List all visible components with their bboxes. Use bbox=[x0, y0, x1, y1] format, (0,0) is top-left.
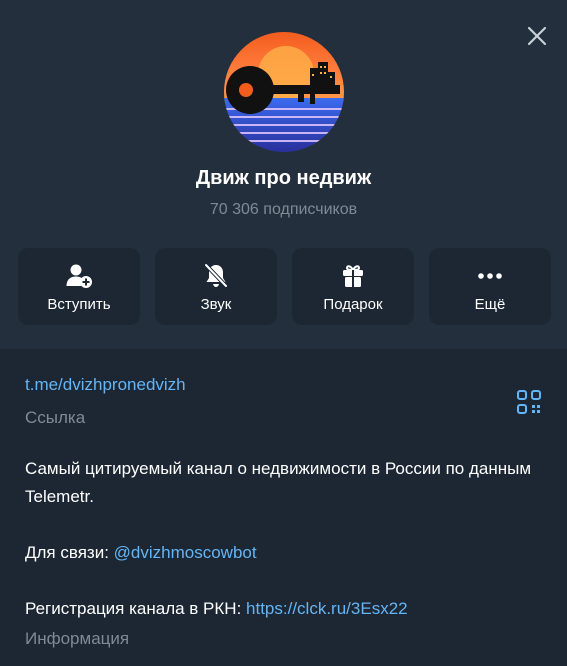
channel-description: Самый цитируемый канал о недвижимости в … bbox=[25, 455, 555, 623]
join-label: Вступить bbox=[47, 296, 111, 313]
close-icon[interactable] bbox=[525, 24, 549, 48]
channel-name: Движ про недвиж bbox=[195, 167, 372, 189]
registration-link[interactable]: https://clck.ru/3Esx22 bbox=[246, 599, 408, 618]
contact-handle-link[interactable]: @dvizhmoscowbot bbox=[114, 543, 257, 562]
registration-prefix: Регистрация канала в РКН: bbox=[25, 599, 247, 618]
link-caption: Ссылка bbox=[25, 408, 86, 427]
contact-line: Для связи: @dvizhmoscowbot bbox=[25, 539, 555, 567]
sound-label: Звук bbox=[200, 296, 232, 313]
description-text: Самый цитируемый канал о недвижимости в … bbox=[25, 459, 532, 506]
more-icon bbox=[474, 260, 506, 292]
channel-avatar[interactable] bbox=[224, 32, 344, 152]
join-button[interactable]: Вступить bbox=[18, 248, 140, 325]
channel-link[interactable]: t.me/dvizhpronedvizh bbox=[25, 375, 186, 395]
gift-button[interactable]: Подарок bbox=[292, 248, 414, 325]
registration-line: Регистрация канала в РКН: https://clck.r… bbox=[25, 595, 555, 623]
gift-icon bbox=[337, 260, 369, 292]
sound-button[interactable]: Звук bbox=[155, 248, 277, 325]
more-label: Ещё bbox=[474, 296, 506, 313]
action-buttons: Вступить Звук Подарок Ещё bbox=[18, 248, 551, 325]
qr-code-icon[interactable] bbox=[515, 388, 543, 416]
add-user-icon bbox=[63, 260, 95, 292]
info-caption: Информация bbox=[25, 629, 130, 648]
bell-muted-icon bbox=[200, 260, 232, 292]
more-button[interactable]: Ещё bbox=[429, 248, 551, 325]
subscriber-count: 70 306 подписчиков bbox=[209, 201, 358, 218]
gift-label: Подарок bbox=[323, 296, 383, 313]
contact-prefix: Для связи: bbox=[25, 543, 114, 562]
